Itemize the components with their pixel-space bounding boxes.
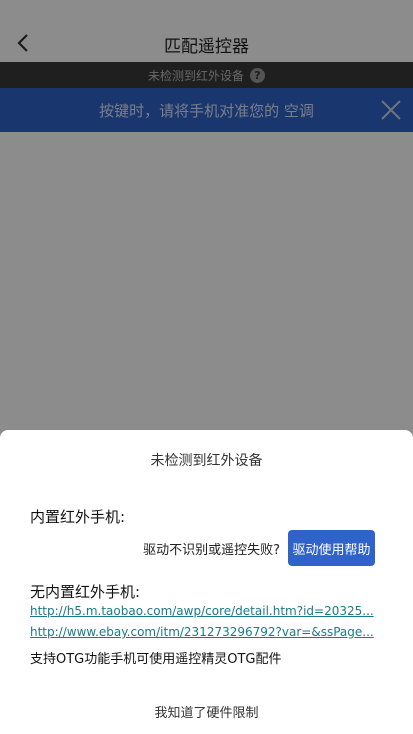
- sheet-title: 未检测到红外设备: [150, 453, 263, 469]
- otg-note: 支持OTG功能手机可使用遥控精灵OTG配件: [30, 652, 282, 667]
- builtin-ir-title: 内置红外手机:: [30, 508, 126, 526]
- drive-help-button[interactable]: 驱动使用帮助: [288, 530, 375, 566]
- acknowledge-button[interactable]: 我知道了硬件限制: [0, 702, 413, 721]
- no-builtin-ir-title: 无内置红外手机:: [30, 583, 141, 601]
- taobao-link[interactable]: http://h5.m.taobao.com/awp/core/detail.h…: [30, 604, 382, 618]
- ir-info-sheet: 未检测到红外设备 内置红外手机: 驱动不识别或遥控失败? 驱动使用帮助 无内置红…: [0, 430, 413, 734]
- drive-help-row: 驱动不识别或遥控失败? 驱动使用帮助: [143, 530, 375, 566]
- drive-question-text: 驱动不识别或遥控失败?: [143, 542, 280, 558]
- ebay-link[interactable]: http://www.ebay.com/itm/231273296792?var…: [30, 625, 382, 639]
